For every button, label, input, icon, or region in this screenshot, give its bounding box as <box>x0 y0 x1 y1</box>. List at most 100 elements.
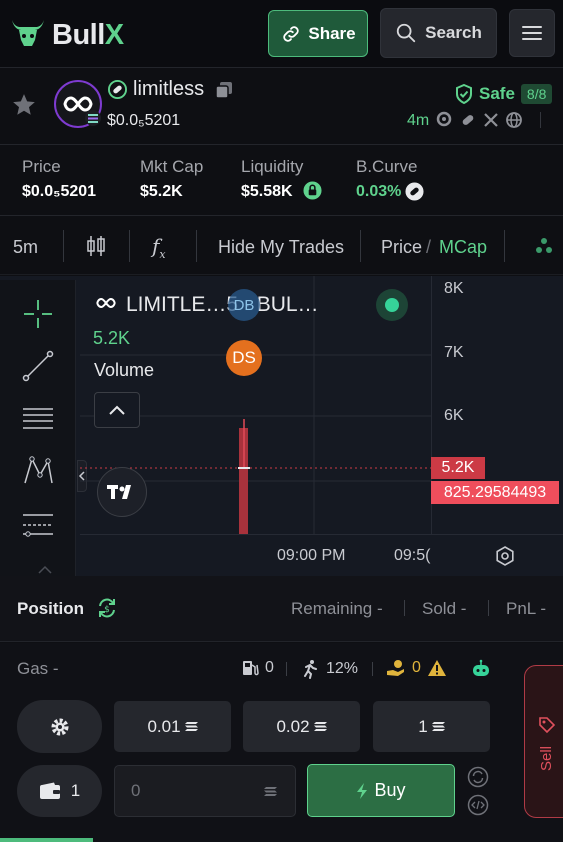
buy-options <box>467 766 489 816</box>
volume-indicator-label: Volume <box>94 360 155 380</box>
search-label: Search <box>425 23 482 42</box>
bot-icon[interactable] <box>471 659 491 679</box>
gas-fuel-setting[interactable]: 0 <box>241 659 274 677</box>
shield-check-icon <box>456 84 472 104</box>
safe-score-badge: 8/8 <box>520 84 553 104</box>
tradingview-logo-icon[interactable] <box>97 467 147 517</box>
menu-button[interactable] <box>509 9 555 57</box>
stat-price-label: Price <box>22 157 61 176</box>
social-links <box>436 111 523 129</box>
search-icon <box>396 23 416 43</box>
dev-buy-marker[interactable]: DB <box>228 289 260 321</box>
position-remaining: Remaining - <box>291 599 383 618</box>
quick-amount-button[interactable]: 1 <box>373 701 490 752</box>
divider <box>286 662 287 676</box>
position-title: Position <box>17 599 85 618</box>
hide-my-trades-toggle[interactable]: Hide My Trades <box>218 237 344 258</box>
amount-placeholder: 0 <box>131 781 141 800</box>
x-tick-label: 09:5( <box>394 547 431 564</box>
y-tick-label: 8K <box>444 280 464 297</box>
divider <box>360 230 361 262</box>
fuel-pump-icon <box>243 661 259 676</box>
solana-icon <box>264 786 277 796</box>
divider <box>129 230 130 262</box>
quick-amount-button[interactable]: 0.01 <box>114 701 231 752</box>
y-tick-label: 7K <box>444 344 464 361</box>
search-dex-icon[interactable] <box>436 111 454 129</box>
more-tools-icon[interactable] <box>535 238 553 254</box>
buy-button[interactable]: Buy <box>307 764 455 817</box>
position-sold: Sold - <box>422 599 467 618</box>
interval-selector[interactable]: 5m <box>13 237 38 258</box>
tip-coins-icon <box>387 660 404 676</box>
quick-amount-value: 1 <box>418 716 428 736</box>
x-twitter-icon[interactable] <box>482 111 500 129</box>
chevron-up-icon <box>109 405 125 415</box>
infinity-logo-icon <box>96 296 116 310</box>
sell-tab[interactable]: Sell <box>524 665 563 818</box>
copy-icon[interactable] <box>215 81 233 99</box>
share-button[interactable]: Share <box>268 10 368 57</box>
solana-icon <box>431 722 445 731</box>
price-mcap-separator: / <box>426 237 432 257</box>
priority-fee-value: 0 <box>412 659 421 676</box>
trade-settings-button[interactable] <box>17 700 102 753</box>
solana-icon <box>184 722 198 731</box>
pattern-tool-icon[interactable] <box>20 453 56 489</box>
volume-value-tag: 825.29584493 <box>431 481 559 504</box>
pill-icon <box>405 182 424 201</box>
svg-text:$: $ <box>104 605 110 615</box>
crosshair-tool-icon[interactable] <box>20 296 56 332</box>
stat-mktcap-label: Mkt Cap <box>140 157 204 176</box>
x-tick-label: 09:00 PM <box>277 547 346 564</box>
refresh-position-icon[interactable]: $ <box>96 597 118 619</box>
price-tag-icon <box>538 717 555 734</box>
pill-link-icon[interactable] <box>459 111 477 129</box>
candle-body <box>238 467 250 469</box>
live-status-indicator <box>376 289 408 321</box>
divider <box>196 230 197 262</box>
y-tick-label: 6K <box>444 407 464 424</box>
fib-retracement-tool-icon[interactable] <box>20 401 56 437</box>
running-person-icon <box>304 660 317 679</box>
brand-name: Bull <box>52 19 105 51</box>
solana-chain-icon <box>85 110 101 126</box>
quick-amount-value: 0.02 <box>276 716 310 736</box>
dev-sell-marker[interactable]: DS <box>226 340 262 376</box>
divider <box>404 600 405 616</box>
pill-icon <box>108 80 127 99</box>
link-icon <box>283 25 300 42</box>
candlestick-type-icon[interactable] <box>86 234 106 258</box>
divider <box>488 600 489 616</box>
search-button[interactable]: Search <box>380 8 497 58</box>
indicators-fx-icon[interactable]: fx <box>152 234 166 261</box>
bull-logo-icon[interactable] <box>10 18 46 50</box>
quick-amount-button[interactable]: 0.02 <box>243 701 360 752</box>
more-tools-chevron-icon[interactable] <box>36 563 54 575</box>
gear-icon <box>51 718 68 735</box>
wallet-selector-button[interactable]: 1 <box>17 765 102 817</box>
chart-settings-icon[interactable] <box>494 545 516 567</box>
token-price: $0.0₅5201 <box>107 112 181 129</box>
solana-icon <box>313 722 327 731</box>
favorite-star-icon[interactable] <box>11 92 37 118</box>
trend-line-tool-icon[interactable] <box>20 348 56 384</box>
collapse-legend-button[interactable] <box>94 392 140 428</box>
priority-fee-setting[interactable]: 0 <box>386 659 447 677</box>
wallet-icon <box>39 782 60 799</box>
hamburger-menu-icon <box>522 26 542 40</box>
prediction-tool-icon[interactable] <box>20 506 56 542</box>
buy-amount-input[interactable]: 0 <box>114 765 296 817</box>
code-icon[interactable] <box>467 794 489 816</box>
slippage-setting[interactable]: 12% <box>300 659 358 679</box>
safe-label: Safe <box>479 84 515 103</box>
website-globe-icon[interactable] <box>505 111 523 129</box>
gas-fuel-value: 0 <box>265 659 274 676</box>
price-mode-button[interactable]: Price <box>381 237 422 258</box>
auto-refresh-icon[interactable] <box>467 766 489 788</box>
brand-name-accent: X <box>104 19 124 51</box>
stat-bcurve-value: 0.03% <box>356 183 402 200</box>
safety-indicator[interactable]: Safe 8/8 <box>455 84 553 104</box>
warning-icon <box>427 660 446 676</box>
mcap-mode-button[interactable]: MCap <box>439 237 487 258</box>
